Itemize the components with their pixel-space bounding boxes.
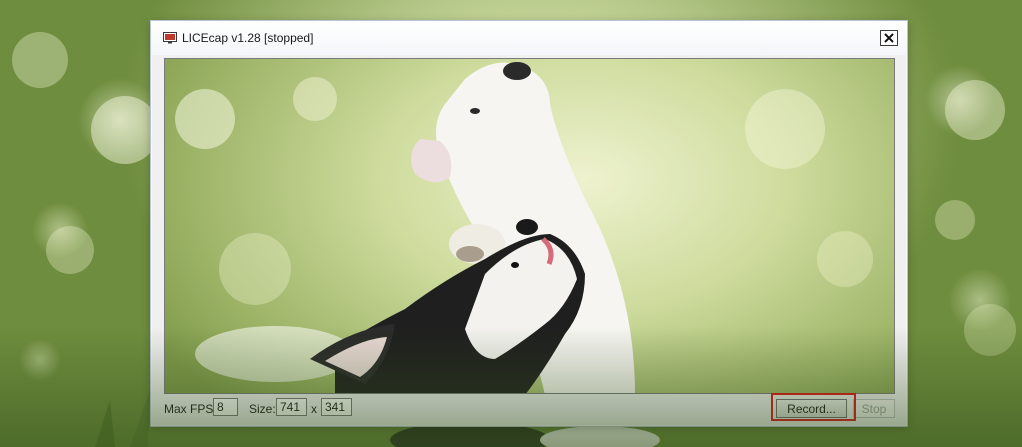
window-title: LICEcap v1.28 [stopped] xyxy=(182,31,314,45)
record-button[interactable]: Record... xyxy=(776,399,847,418)
width-input[interactable] xyxy=(276,398,307,416)
desktop-background: LICEcap v1.28 [stopped] Max FPS: 8 Size:… xyxy=(0,0,1022,447)
close-button[interactable] xyxy=(880,30,898,46)
size-separator: x xyxy=(311,402,317,416)
close-icon xyxy=(884,33,894,43)
title-bar[interactable]: LICEcap v1.28 [stopped] xyxy=(151,21,907,55)
monitor-capture-icon xyxy=(163,32,177,44)
capture-area[interactable] xyxy=(164,58,895,394)
max-fps-label: Max FPS: xyxy=(164,402,217,416)
record-button-highlight xyxy=(771,393,856,421)
husky-puppies-photo xyxy=(175,62,873,393)
control-bar: Max FPS: Size: x Record... Stop xyxy=(151,393,907,427)
max-fps-input[interactable] xyxy=(213,398,238,416)
licecap-window: LICEcap v1.28 [stopped] Max FPS: 8 Size:… xyxy=(150,20,908,427)
stop-button[interactable]: Stop xyxy=(853,399,895,418)
height-input[interactable] xyxy=(321,398,352,416)
size-label: Size: xyxy=(249,402,276,416)
